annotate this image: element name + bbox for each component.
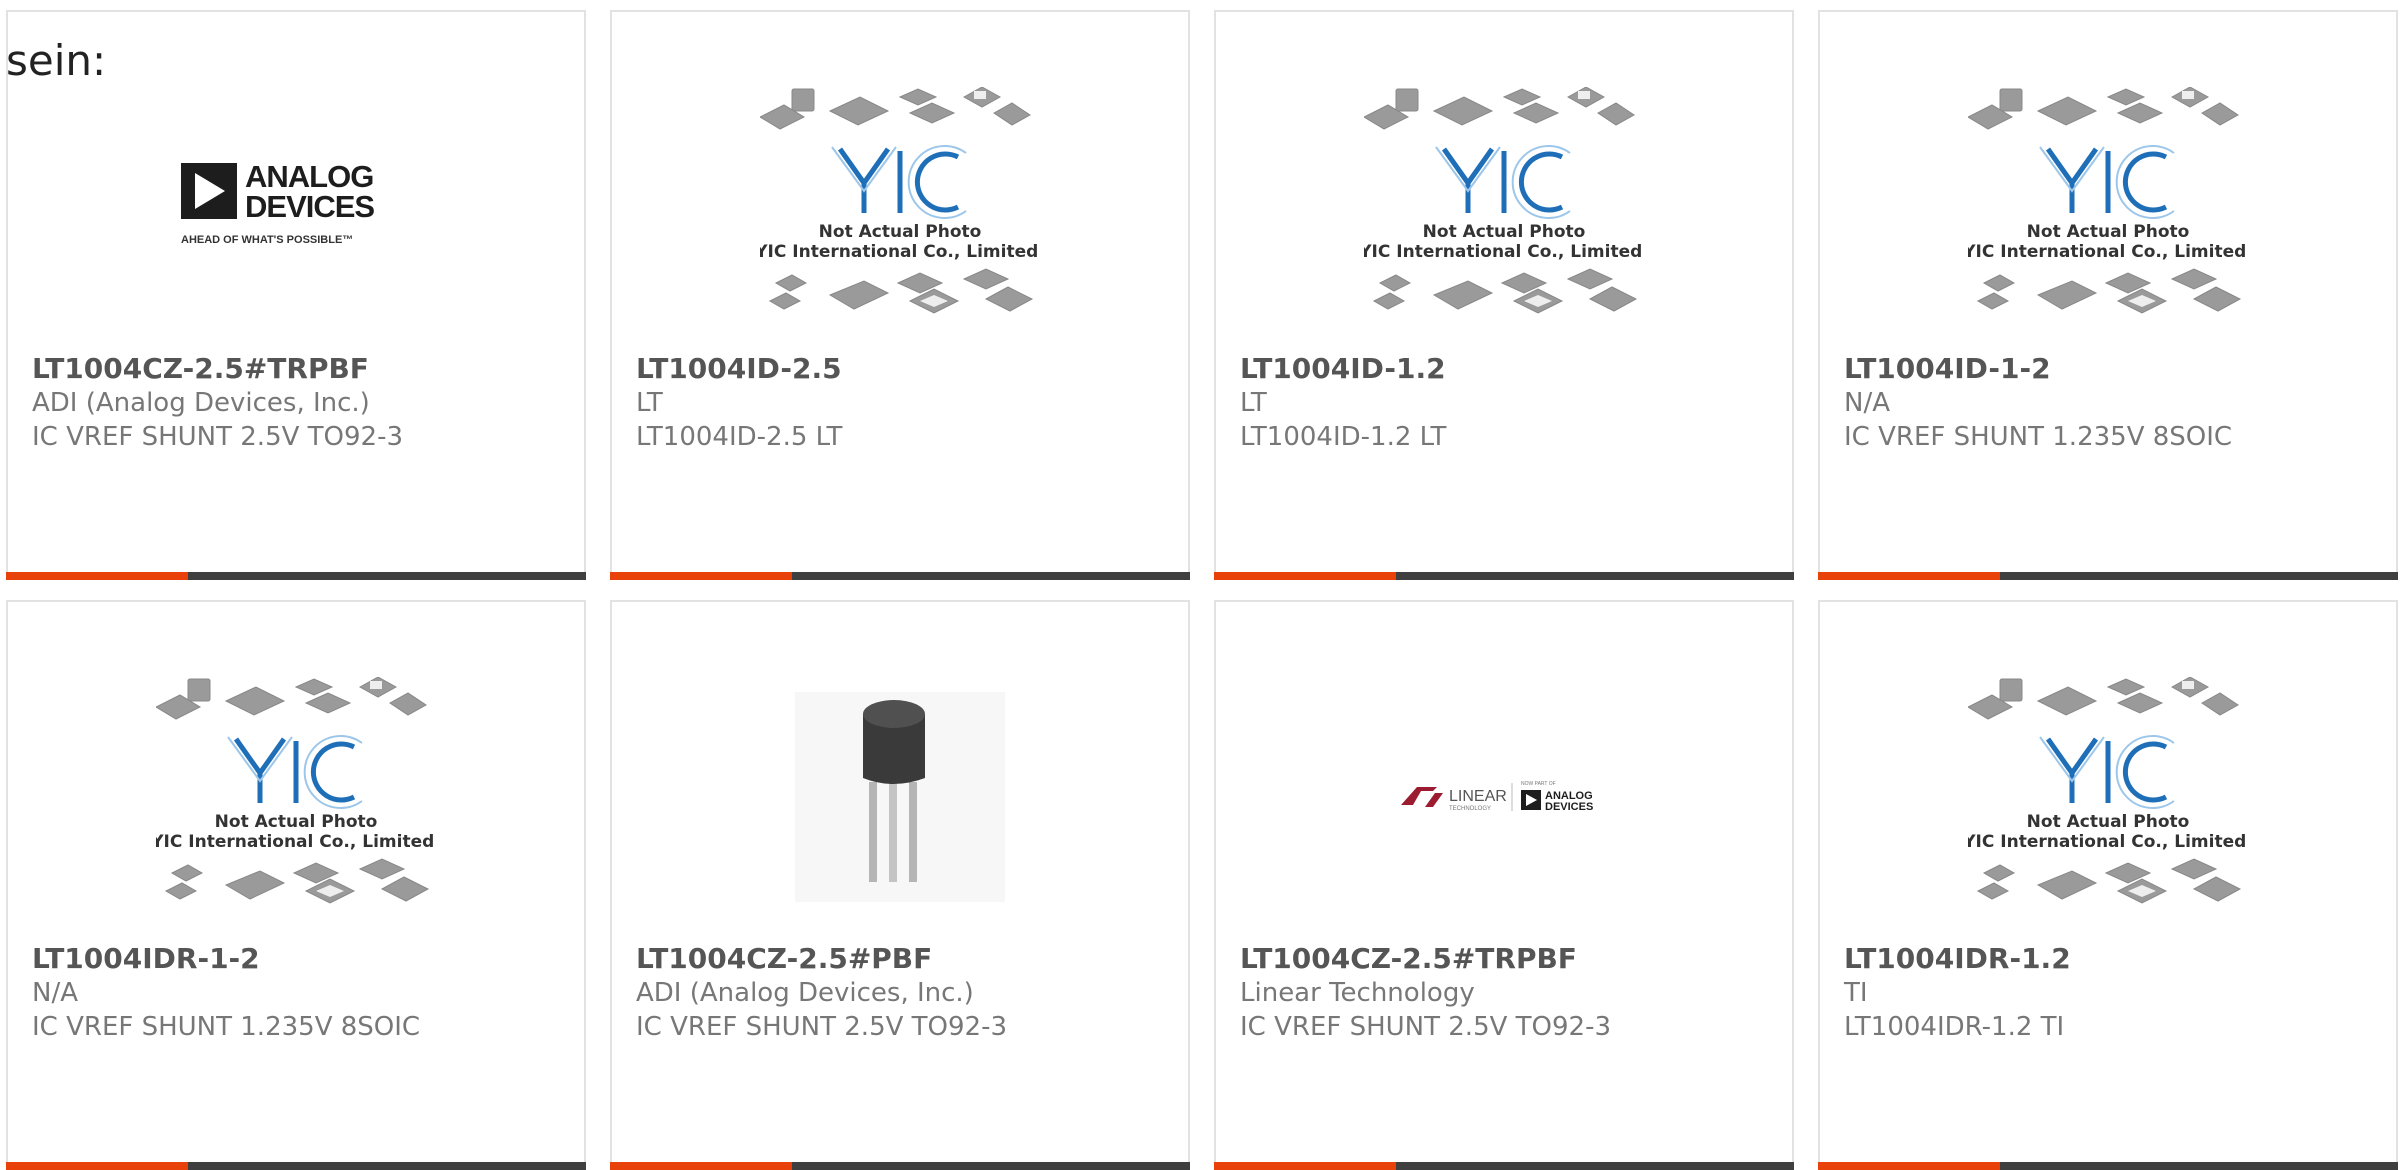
manufacturer: LT: [636, 388, 663, 418]
card-accent-bar: [1214, 572, 1396, 580]
product-info: LT1004CZ-2.5#TRPBF ADI (Analog Devices, I…: [32, 352, 574, 454]
not-actual-photo-image: Not Actual Photo YIC International Co., …: [1968, 677, 2248, 904]
manufacturer: ADI (Analog Devices, Inc.): [32, 388, 370, 418]
part-number-link[interactable]: LT1004IDR-1-2: [32, 942, 574, 976]
analog-devices-logo: ANALOG DEVICES AHEAD OF WHAT'S POSSIBLE™: [181, 159, 375, 246]
card-bottom-bar: [1818, 572, 2398, 580]
lt-logo-brand: LINEAR: [1449, 788, 1507, 805]
product-image[interactable]: Not Actual Photo YIC International Co., …: [1820, 82, 2396, 332]
placeholder-line2: YIC International Co., Limited.: [1364, 242, 1644, 262]
part-number-link[interactable]: LT1004CZ-2.5#TRPBF: [1240, 942, 1782, 976]
placeholder-line2: YIC International Co., Limited.: [1968, 832, 2248, 852]
card-accent-bar: [6, 1162, 188, 1170]
not-actual-photo-image: Not Actual Photo YIC International Co., …: [156, 677, 436, 904]
description: IC VREF SHUNT 2.5V TO92-3: [636, 1012, 1008, 1042]
adi-logo-tagline: AHEAD OF WHAT'S POSSIBLE™: [181, 234, 353, 246]
description: IC VREF SHUNT 2.5V TO92-3: [32, 422, 404, 452]
product-info: LT1004ID-1-2 N/A IC VREF SHUNT 1.235V 8SOI…: [1844, 352, 2386, 454]
product-card[interactable]: ANALOG DEVICES AHEAD OF WHAT'S POSSIBLE™…: [6, 10, 586, 580]
description: IC VREF SHUNT 2.5V TO92-3: [1240, 1012, 1612, 1042]
description: LT1004IDR-1.2 TI: [1844, 1012, 2065, 1042]
product-info: LT1004CZ-2.5#PBF ADI (Analog Devices, Inc…: [636, 942, 1178, 1044]
product-info: LT1004ID-2.5 LT LT1004ID-2.5 LT: [636, 352, 1178, 454]
placeholder-line2: YIC International Co., Limited.: [156, 832, 436, 852]
product-card[interactable]: Not Actual Photo YIC International Co., …: [610, 10, 1190, 580]
product-info: LT1004IDR-1.2 TI LT1004IDR-1.2 TI: [1844, 942, 2386, 1044]
adi-logo-line2: DEVICES: [245, 189, 374, 224]
description: IC VREF SHUNT 1.235V 8SOIC: [32, 1012, 421, 1042]
product-card[interactable]: Not Actual Photo YIC International Co., …: [1818, 600, 2398, 1170]
manufacturer: TI: [1844, 978, 1868, 1008]
part-number-link[interactable]: LT1004ID-1.2: [1240, 352, 1782, 386]
part-number-link[interactable]: LT1004ID-2.5: [636, 352, 1178, 386]
card-accent-bar: [1214, 1162, 1396, 1170]
card-bottom-bar: [610, 1162, 1190, 1170]
lt-logo-now: NOW PART OF: [1521, 781, 1556, 787]
product-image[interactable]: Not Actual Photo YIC International Co., …: [1216, 82, 1792, 332]
product-image[interactable]: LINEAR TECHNOLOGY NOW PART OF ANALOG DEV…: [1216, 672, 1792, 922]
manufacturer: ADI (Analog Devices, Inc.): [636, 978, 974, 1008]
part-number-link[interactable]: LT1004ID-1-2: [1844, 352, 2386, 386]
product-card[interactable]: LINEAR TECHNOLOGY NOW PART OF ANALOG DEV…: [1214, 600, 1794, 1170]
card-bottom-bar: [6, 1162, 586, 1170]
card-bottom-bar: [1214, 1162, 1794, 1170]
card-bottom-bar: [610, 572, 1190, 580]
part-number-link[interactable]: LT1004IDR-1.2: [1844, 942, 2386, 976]
not-actual-photo-image: Not Actual Photo YIC International Co., …: [1968, 87, 2248, 314]
product-card[interactable]: Not Actual Photo YIC International Co., …: [1818, 10, 2398, 580]
product-image[interactable]: Not Actual Photo YIC International Co., …: [612, 82, 1188, 332]
to92-package-photo: [795, 692, 1005, 902]
manufacturer: Linear Technology: [1240, 978, 1475, 1008]
card-accent-bar: [1818, 1162, 2000, 1170]
intro-text: sein:: [6, 36, 107, 85]
part-number-link[interactable]: LT1004CZ-2.5#PBF: [636, 942, 1178, 976]
manufacturer: LT: [1240, 388, 1267, 418]
placeholder-line1: Not Actual Photo: [819, 222, 982, 242]
product-card[interactable]: Not Actual Photo YIC International Co., …: [6, 600, 586, 1170]
product-info: LT1004IDR-1-2 N/A IC VREF SHUNT 1.235V 8SO…: [32, 942, 574, 1044]
product-card[interactable]: Not Actual Photo YIC International Co., …: [1214, 10, 1794, 580]
card-accent-bar: [610, 1162, 792, 1170]
not-actual-photo-image: Not Actual Photo YIC International Co., …: [1364, 87, 1644, 314]
card-accent-bar: [1818, 572, 2000, 580]
linear-technology-logo: LINEAR TECHNOLOGY NOW PART OF ANALOG DEV…: [1401, 781, 1593, 813]
lt-logo-adi2: DEVICES: [1545, 801, 1593, 813]
product-image[interactable]: Not Actual Photo YIC International Co., …: [1820, 672, 2396, 922]
product-image[interactable]: Not Actual Photo YIC International Co., …: [8, 672, 584, 922]
placeholder-line1: Not Actual Photo: [1423, 222, 1586, 242]
lt-logo-sub: TECHNOLOGY: [1449, 806, 1491, 812]
description: IC VREF SHUNT 1.235V 8SOIC: [1844, 422, 2233, 452]
placeholder-line1: Not Actual Photo: [215, 812, 378, 832]
not-actual-photo-image: Not Actual Photo YIC International Co., …: [760, 87, 1040, 314]
card-bottom-bar: [1214, 572, 1794, 580]
part-number-link[interactable]: LT1004CZ-2.5#TRPBF: [32, 352, 574, 386]
placeholder-line1: Not Actual Photo: [2027, 222, 2190, 242]
card-accent-bar: [6, 572, 188, 580]
product-info: LT1004CZ-2.5#TRPBF Linear Technology IC VR…: [1240, 942, 1782, 1044]
description: LT1004ID-1.2 LT: [1240, 422, 1447, 452]
product-image[interactable]: [612, 672, 1188, 922]
placeholder-line1: Not Actual Photo: [2027, 812, 2190, 832]
product-card[interactable]: LT1004CZ-2.5#PBF ADI (Analog Devices, Inc…: [610, 600, 1190, 1170]
card-accent-bar: [610, 572, 792, 580]
manufacturer: N/A: [1844, 388, 1890, 418]
manufacturer: N/A: [32, 978, 78, 1008]
description: LT1004ID-2.5 LT: [636, 422, 843, 452]
placeholder-line2: YIC International Co., Limited.: [760, 242, 1040, 262]
product-info: LT1004ID-1.2 LT LT1004ID-1.2 LT: [1240, 352, 1782, 454]
placeholder-line2: YIC International Co., Limited.: [1968, 242, 2248, 262]
card-bottom-bar: [6, 572, 586, 580]
card-bottom-bar: [1818, 1162, 2398, 1170]
product-image[interactable]: ANALOG DEVICES AHEAD OF WHAT'S POSSIBLE™: [8, 82, 584, 332]
